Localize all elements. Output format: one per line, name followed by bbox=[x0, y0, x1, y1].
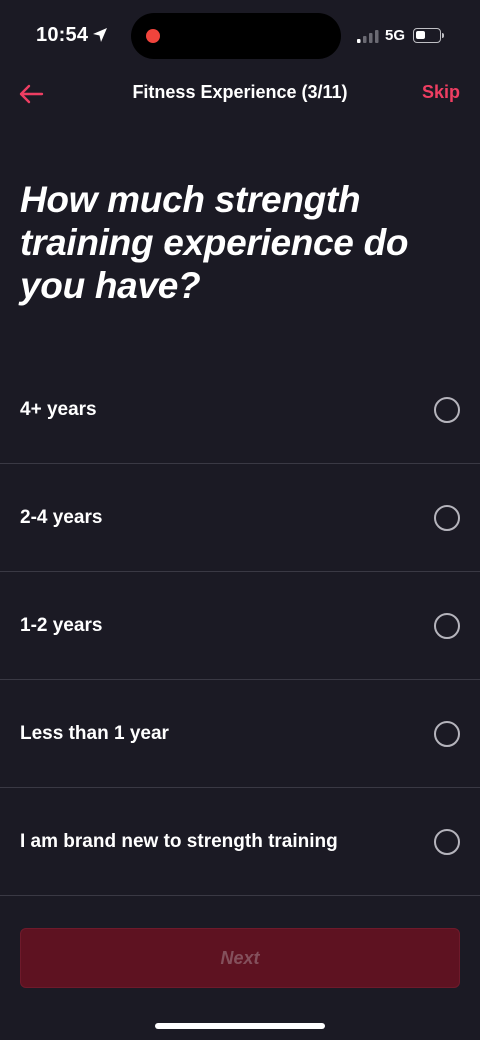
radio-button[interactable] bbox=[434, 828, 460, 855]
radio-button[interactable] bbox=[434, 504, 460, 531]
option-2-4-years[interactable]: 2-4 years bbox=[0, 464, 480, 572]
option-less-than-1-year[interactable]: Less than 1 year bbox=[0, 680, 480, 788]
radio-button[interactable] bbox=[434, 396, 460, 423]
home-indicator[interactable] bbox=[155, 1023, 325, 1029]
battery-icon bbox=[413, 28, 441, 43]
option-brand-new[interactable]: I am brand new to strength training bbox=[0, 788, 480, 896]
page-title: Fitness Experience (3/11) bbox=[132, 82, 348, 102]
option-label: 2-4 years bbox=[20, 506, 103, 528]
option-label: Less than 1 year bbox=[20, 722, 169, 744]
option-1-2-years[interactable]: 1-2 years bbox=[0, 572, 480, 680]
recording-indicator bbox=[146, 29, 160, 43]
next-button[interactable]: Next bbox=[20, 928, 460, 988]
location-arrow-icon bbox=[93, 28, 107, 42]
skip-button[interactable]: Skip bbox=[422, 82, 460, 103]
status-time: 10:54 bbox=[36, 24, 89, 46]
dynamic-island bbox=[131, 13, 341, 59]
option-label: 4+ years bbox=[20, 398, 97, 420]
option-label: I am brand new to strength training bbox=[20, 830, 338, 852]
option-label: 1-2 years bbox=[20, 614, 103, 636]
option-4-plus-years[interactable]: 4+ years bbox=[0, 356, 480, 464]
status-bar: 10:54 5G bbox=[0, 0, 480, 72]
network-type: 5G bbox=[385, 27, 406, 44]
radio-button[interactable] bbox=[434, 612, 460, 639]
question-heading: How much strength training experience do… bbox=[20, 179, 409, 306]
radio-button[interactable] bbox=[434, 720, 460, 747]
signal-bars-icon bbox=[357, 30, 379, 43]
battery-tip bbox=[442, 33, 444, 38]
options-list: 4+ years 2-4 years 1-2 years Less than 1… bbox=[0, 356, 480, 896]
